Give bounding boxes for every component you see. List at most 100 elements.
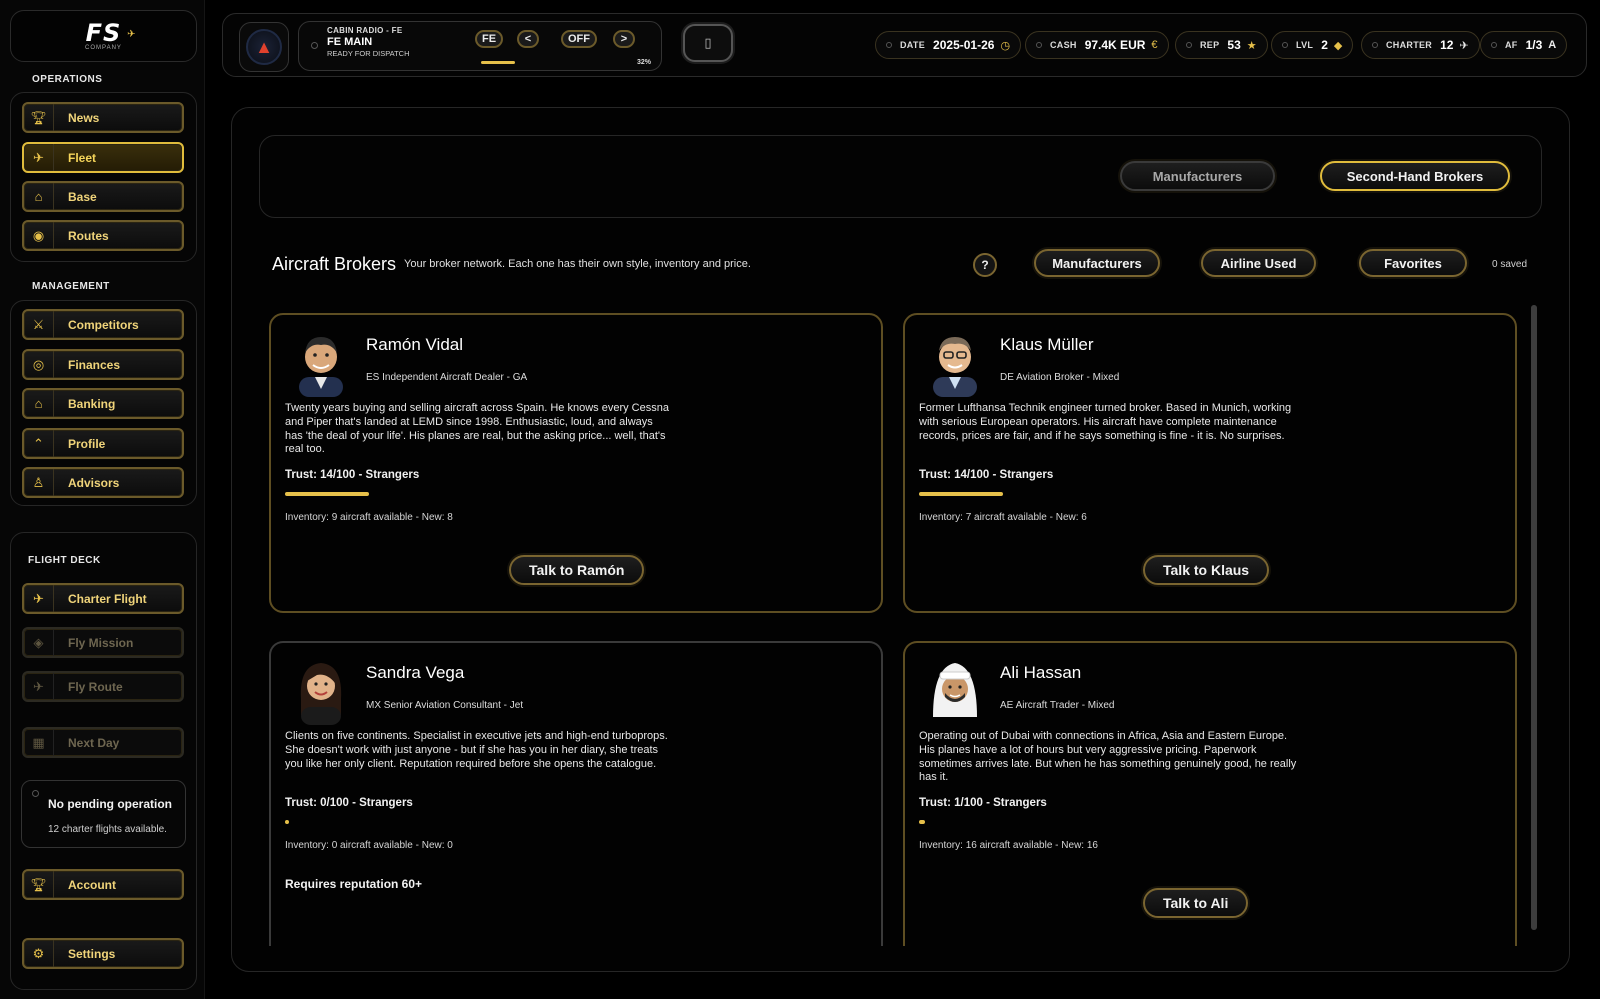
stat-af-value: 1/3 (1525, 38, 1543, 52)
broker-card: Sandra Vega MX Senior Aviation Consultan… (269, 641, 883, 946)
stat-rep-key: REP (1200, 40, 1220, 50)
plane-icon: ✈ (24, 144, 54, 171)
coins-icon: ◎ (24, 351, 54, 378)
trophy-icon: 🏆︎ (24, 871, 54, 898)
cabin-radio: CABIN RADIO - FE FE MAIN READY FOR DISPA… (298, 21, 662, 71)
tab-manufacturers[interactable]: Manufacturers (1120, 161, 1275, 191)
nav-charter-flight[interactable]: ✈ Charter Flight (22, 583, 184, 614)
nav-fly-route-label: Fly Route (68, 679, 123, 694)
stat-cash-key: CASH (1050, 40, 1077, 50)
logo-subtitle: COMPANY (85, 45, 122, 51)
page-title: Aircraft Brokers (272, 254, 397, 274)
plane-icon: ✈ (24, 585, 54, 612)
wings-icon: ⌃ (24, 430, 54, 457)
broker-role: AE Aircraft Trader - Mixed (1000, 700, 1115, 711)
broker-name: Klaus Müller (1000, 335, 1094, 354)
stat-level-value: 2 (1321, 38, 1328, 52)
nav-advisors-label: Advisors (68, 475, 120, 490)
nav-settings-label: Settings (68, 946, 116, 961)
nav-fleet[interactable]: ✈ Fleet (22, 142, 184, 173)
calendar-icon: ▦ (24, 729, 54, 756)
nav-fly-route[interactable]: ✈ Fly Route (22, 671, 184, 702)
clock-icon: ◷ (1000, 39, 1011, 52)
nav-fleet-label: Fleet (68, 150, 97, 165)
nav-fly-mission[interactable]: ◈ Fly Mission (22, 627, 184, 658)
radio-status: READY FOR DISPATCH (327, 49, 410, 58)
talk-to-ramon-button[interactable]: Talk to Ramón (509, 555, 645, 585)
stat-dot-icon (1282, 42, 1288, 48)
pending-title: No pending operation (48, 797, 172, 811)
radio-station: FE MAIN (327, 36, 373, 48)
radio-volume-bar[interactable] (481, 61, 515, 64)
logo-plane-icon: ✈ (127, 29, 136, 40)
stat-dot-icon (886, 42, 892, 48)
nav-news-label: News (68, 110, 100, 125)
broker-avatar (933, 337, 977, 397)
radio-next-button[interactable]: > (613, 30, 635, 48)
radio-off-button[interactable]: OFF (561, 30, 597, 48)
nav-news[interactable]: 🏆︎ News (22, 102, 184, 133)
advisor-icon: ♙ (24, 469, 54, 496)
broker-list-scrollbar[interactable] (1531, 305, 1537, 930)
broker-card: Klaus Müller DE Aviation Broker - Mixed … (903, 313, 1517, 613)
target-icon: ◈ (24, 629, 54, 656)
stat-level: LVL 2 ◆ (1271, 31, 1354, 59)
nav-advisors[interactable]: ♙ Advisors (22, 467, 184, 498)
broker-description: Twenty years buying and selling aircraft… (285, 402, 669, 456)
broker-avatar (300, 663, 342, 725)
talk-to-klaus-button[interactable]: Talk to Klaus (1143, 555, 1270, 585)
broker-trust: Trust: 14/100 - Strangers (919, 469, 1054, 481)
nav-settings[interactable]: ⚙ Settings (22, 938, 184, 969)
trust-bar (285, 820, 585, 824)
broker-avatar (933, 663, 977, 717)
trophy-icon: 🏆︎ (24, 104, 54, 131)
filter-manufacturers[interactable]: Manufacturers (1034, 249, 1160, 277)
broker-inventory: Inventory: 16 aircraft available - New: … (919, 840, 1098, 851)
broker-trust: Trust: 14/100 - Strangers (285, 469, 420, 481)
stat-dot-icon (1372, 42, 1378, 48)
radio-station-button[interactable]: FE (475, 30, 504, 48)
scrollbar-thumb[interactable] (1531, 305, 1537, 930)
plane-icon: ✈ (24, 673, 54, 700)
nav-profile[interactable]: ⌃ Profile (22, 428, 184, 459)
nav-next-day-label: Next Day (68, 735, 120, 750)
stat-date-key: DATE (900, 40, 926, 50)
nav-base[interactable]: ⌂ Base (22, 181, 184, 212)
compass-ring: ▲ (246, 29, 282, 65)
swords-icon: ⚔ (24, 311, 54, 338)
bank-icon: ⌂ (24, 390, 54, 417)
broker-name: Sandra Vega (366, 663, 465, 682)
nav-next-day[interactable]: ▦ Next Day (22, 727, 184, 758)
af-icon: A (1548, 39, 1557, 51)
broker-role: MX Senior Aviation Consultant - Jet (366, 700, 524, 711)
filter-favorites[interactable]: Favorites (1359, 249, 1467, 277)
filter-airline-used[interactable]: Airline Used (1201, 249, 1316, 277)
stat-dot-icon (1036, 42, 1042, 48)
nav-banking[interactable]: ⌂ Banking (22, 388, 184, 419)
stat-af: AF 1/3 A (1480, 31, 1568, 59)
nav-charter-flight-label: Charter Flight (68, 591, 147, 606)
alert-compass[interactable]: ▲ (239, 22, 289, 72)
trust-bar (919, 820, 1219, 824)
nav-finances[interactable]: ◎ Finances (22, 349, 184, 380)
tab-second-hand-brokers[interactable]: Second-Hand Brokers (1320, 161, 1510, 191)
broker-inventory: Inventory: 9 aircraft available - New: 8 (285, 512, 453, 523)
help-button[interactable]: ? (973, 253, 997, 277)
device-button[interactable]: ▯ (683, 24, 733, 62)
status-dot-icon (32, 790, 39, 797)
nav-base-label: Base (68, 189, 97, 204)
nav-competitors[interactable]: ⚔ Competitors (22, 309, 184, 340)
radio-prev-button[interactable]: < (517, 30, 539, 48)
nav-account[interactable]: 🏆︎ Account (22, 869, 184, 900)
broker-requirement: Requires reputation 60+ (285, 877, 423, 891)
nav-routes[interactable]: ◉ Routes (22, 220, 184, 251)
warning-icon: ▲ (255, 36, 273, 57)
stat-level-key: LVL (1296, 40, 1314, 50)
trust-bar (919, 492, 1219, 496)
radio-volume-percent: 32% (637, 59, 652, 66)
phone-icon: ▯ (704, 35, 712, 50)
company-logo[interactable]: FS COMPANY ✈ (10, 10, 197, 62)
hangar-icon: ⌂ (24, 183, 54, 210)
stat-rep: REP 53 ★ (1175, 31, 1268, 59)
talk-to-ali-button[interactable]: Talk to Ali (1143, 888, 1249, 918)
